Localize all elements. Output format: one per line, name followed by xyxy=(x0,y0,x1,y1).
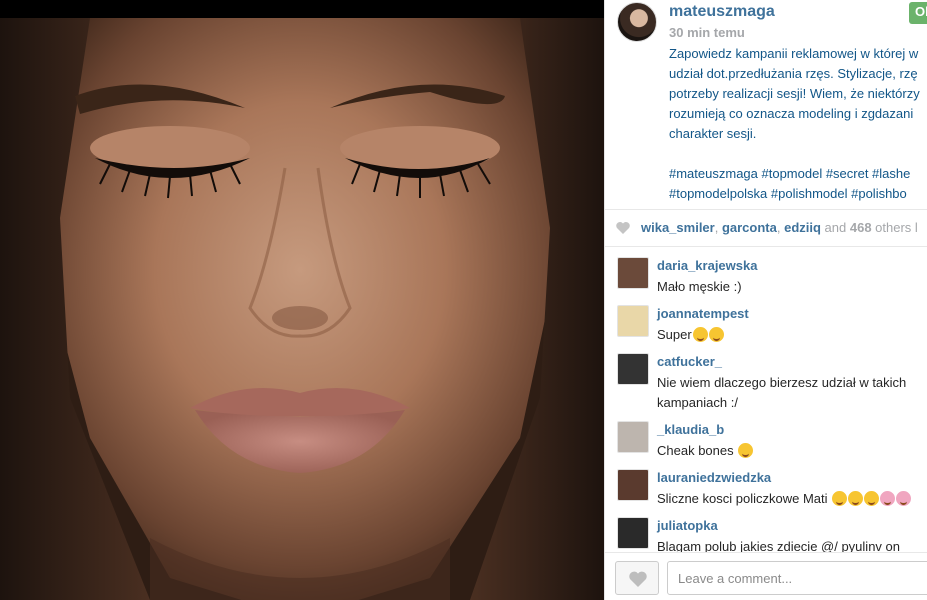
comment-text: Sliczne kosci policzkowe Mati xyxy=(657,489,927,509)
comment-item: joannatempest Super xyxy=(605,300,927,348)
comment-item: lauraniedzwiedzka Sliczne kosci policzko… xyxy=(605,464,927,512)
comment-username[interactable]: lauraniedzwiedzka xyxy=(657,470,771,485)
like-button[interactable] xyxy=(615,561,659,595)
liker-username[interactable]: garconta xyxy=(722,220,777,235)
avatar[interactable] xyxy=(617,517,649,549)
comment-text: Mało męskie :) xyxy=(657,279,742,294)
comment-input[interactable] xyxy=(667,561,927,595)
liker-username[interactable]: edziiq xyxy=(784,220,821,235)
post-timestamp: 30 min temu xyxy=(669,25,745,40)
caption-line[interactable]: #topmodelpolska #polishmodel #polishbo xyxy=(669,184,927,204)
post-photo[interactable] xyxy=(0,0,604,600)
heart-icon xyxy=(629,571,647,587)
liker-username[interactable]: wika_smiler xyxy=(641,220,715,235)
avatar[interactable] xyxy=(617,469,649,501)
comment-text-content: Cheak bones xyxy=(657,443,734,458)
likes-count[interactable]: 468 xyxy=(850,220,872,235)
comment-item: daria_krajewska Mało męskie :) xyxy=(605,252,927,300)
comment-item: _klaudia_b Cheak bones xyxy=(605,416,927,464)
heart-eyes-emoji-icon xyxy=(832,491,848,506)
comment-username[interactable]: catfucker_ xyxy=(657,354,722,369)
photo-top-bar xyxy=(0,0,604,18)
comment-text: Nie wiem dlaczego bierzesz udział w taki… xyxy=(657,373,927,413)
owner-username[interactable]: mateuszmaga xyxy=(669,3,775,21)
post-caption: Zapowiedz kampanii reklamowej w której w… xyxy=(669,44,927,204)
comment-footer xyxy=(605,552,927,600)
comment-text-line: kampaniach :/ xyxy=(657,395,738,410)
caption-line: charakter sesji. xyxy=(669,126,757,141)
likes-others[interactable]: others l xyxy=(872,220,918,235)
comments-list[interactable]: daria_krajewska Mało męskie :) joannatem… xyxy=(605,252,927,552)
caption-line: rozumieją co oznacza modeling i zgdazani xyxy=(669,106,914,121)
girl-emoji-icon xyxy=(896,491,912,506)
likes-separator: , xyxy=(714,220,722,235)
comment-text-content: Super xyxy=(657,327,692,342)
comment-username[interactable]: daria_krajewska xyxy=(657,258,757,273)
likes-and: and xyxy=(820,220,850,235)
smile-emoji-icon xyxy=(864,491,880,506)
caption-line: Zapowiedz kampanii reklamowej w której w xyxy=(669,46,919,61)
avatar[interactable] xyxy=(617,305,649,337)
comment-username[interactable]: joannatempest xyxy=(657,306,749,321)
comment-text-content: Sliczne kosci policzkowe Mati xyxy=(657,491,828,506)
heart-icon xyxy=(616,222,630,234)
comment-username[interactable]: juliatopka xyxy=(657,518,718,533)
avatar[interactable] xyxy=(617,421,649,453)
likes-bar: wika_smiler, garconta, edziiq and 468 ot… xyxy=(605,209,927,247)
post-sidebar: mateuszmaga Obs 30 min temu Zapowiedz ka… xyxy=(604,0,927,600)
avatar[interactable] xyxy=(617,353,649,385)
comment-item: catfucker_ Nie wiem dlaczego bierzesz ud… xyxy=(605,348,927,416)
caption-line: potrzeby realizacji sesji! Wiem, że niek… xyxy=(669,86,920,101)
comment-text: Super xyxy=(657,325,927,345)
portrait-image xyxy=(0,18,604,600)
girl-emoji-icon xyxy=(880,491,896,506)
avatar[interactable] xyxy=(617,257,649,289)
smile-emoji-icon xyxy=(692,327,708,342)
caption-line xyxy=(669,144,927,164)
kiss-emoji-icon xyxy=(848,491,864,506)
comment-text: Cheak bones xyxy=(657,441,927,461)
owner-avatar[interactable] xyxy=(617,2,657,42)
follow-button[interactable]: Obs xyxy=(909,2,927,24)
comment-text: Blagam polub jakies zdiecie @/ pyulinv o… xyxy=(657,539,900,552)
likes-separator: , xyxy=(776,220,785,235)
likes-text: wika_smiler, garconta, edziiq and 468 ot… xyxy=(641,220,918,235)
comment-username[interactable]: _klaudia_b xyxy=(657,422,724,437)
post-header: mateuszmaga Obs 30 min temu Zapowiedz ka… xyxy=(617,0,927,208)
comment-item: juliatopka Blagam polub jakies zdiecie @… xyxy=(605,512,927,552)
caption-line: udział dot.przedłużania rzęs. Stylizacje… xyxy=(669,66,918,81)
comment-text-line: Nie wiem dlaczego bierzesz udział w taki… xyxy=(657,375,907,390)
kiss-emoji-icon xyxy=(708,327,724,342)
caption-line[interactable]: #mateuszmaga #topmodel #secret #lashe xyxy=(669,164,927,184)
heart-eyes-emoji-icon xyxy=(738,443,754,458)
